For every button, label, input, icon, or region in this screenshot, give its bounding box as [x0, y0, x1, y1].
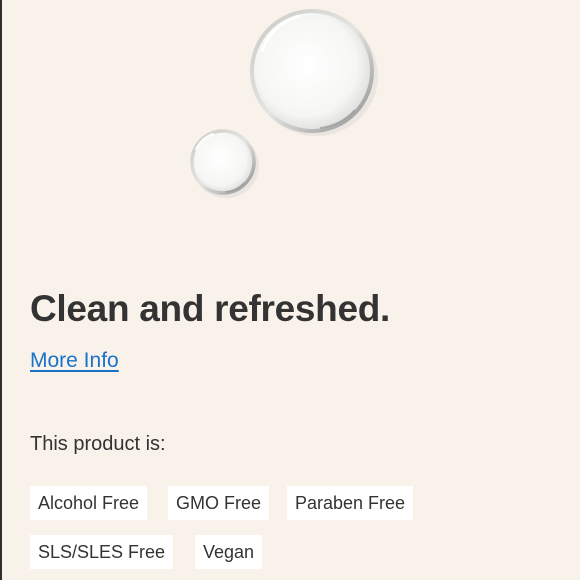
tag-paraben-free: Paraben Free [287, 486, 414, 520]
tag-alcohol-free: Alcohol Free [30, 486, 148, 520]
more-info-link[interactable]: More Info [30, 349, 119, 373]
small-droplet [190, 129, 259, 198]
headline: Clean and refreshed. [30, 288, 391, 329]
tag-vegan: Vegan [195, 535, 263, 569]
large-droplet [250, 9, 378, 136]
tag-gmo-free: GMO Free [168, 486, 270, 520]
product-attributes-heading: This product is: [30, 433, 166, 455]
water-droplets-image [190, 9, 378, 198]
tag-sls-sles-free: SLS/SLES Free [30, 535, 174, 569]
